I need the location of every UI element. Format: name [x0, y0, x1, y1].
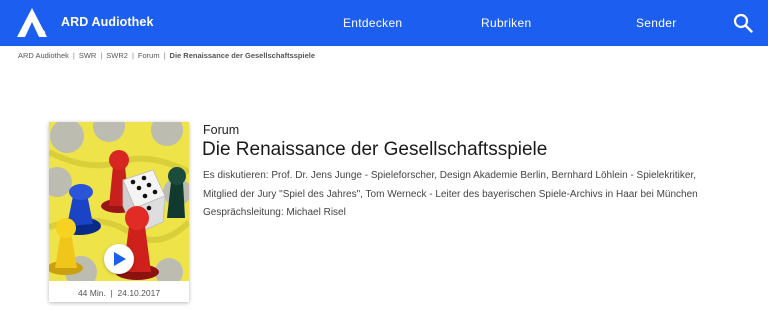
brand-name[interactable]: ARD Audiothek	[61, 15, 154, 29]
nav-entdecken[interactable]: Entdecken	[343, 16, 402, 30]
description-line: Mitglied der Jury "Spiel des Jahres", To…	[203, 188, 698, 200]
episode-card[interactable]: 44 Min. | 24.10.2017	[49, 122, 189, 302]
description-line: Es diskutieren: Prof. Dr. Jens Junge - S…	[203, 170, 697, 181]
breadcrumb-item[interactable]: ARD Audiothek	[18, 51, 69, 60]
breadcrumb-separator: |	[72, 51, 75, 60]
episode-meta: 44 Min. | 24.10.2017	[49, 288, 189, 298]
episode-date: 24.10.2017	[117, 288, 161, 298]
breadcrumb-current: Die Renaissance der Gesellschaftsspiele	[169, 51, 316, 60]
nav-rubriken[interactable]: Rubriken	[481, 16, 531, 30]
episode-title: Die Renaissance der Gesellschaftsspiele	[202, 139, 548, 160]
breadcrumb: ARD Audiothek | SWR | SWR2 | Forum | Die Renaiss…	[18, 51, 315, 60]
breadcrumb-item[interactable]: Forum	[138, 51, 160, 60]
breadcrumb-separator: |	[163, 51, 166, 60]
search-icon[interactable]	[733, 13, 753, 33]
play-icon	[114, 252, 126, 266]
breadcrumb-item[interactable]: SWR2	[106, 51, 128, 60]
show-name[interactable]: Forum	[203, 123, 239, 137]
breadcrumb-item[interactable]: SWR	[79, 51, 97, 60]
episode-duration: 44 Min.	[77, 288, 106, 298]
breadcrumb-separator: |	[131, 51, 134, 60]
description-line: Gesprächsleitung: Michael Risel	[203, 207, 346, 218]
top-navigation-bar: ARD Audiothek Entdecken Rubriken Sender	[0, 0, 768, 46]
ard-logo[interactable]	[14, 6, 50, 40]
episode-description: Es diskutieren: Prof. Dr. Jens Junge - S…	[203, 167, 723, 223]
breadcrumb-separator: |	[100, 51, 103, 60]
meta-separator: |	[108, 288, 116, 298]
play-button[interactable]	[104, 244, 134, 274]
nav-sender[interactable]: Sender	[636, 16, 677, 30]
